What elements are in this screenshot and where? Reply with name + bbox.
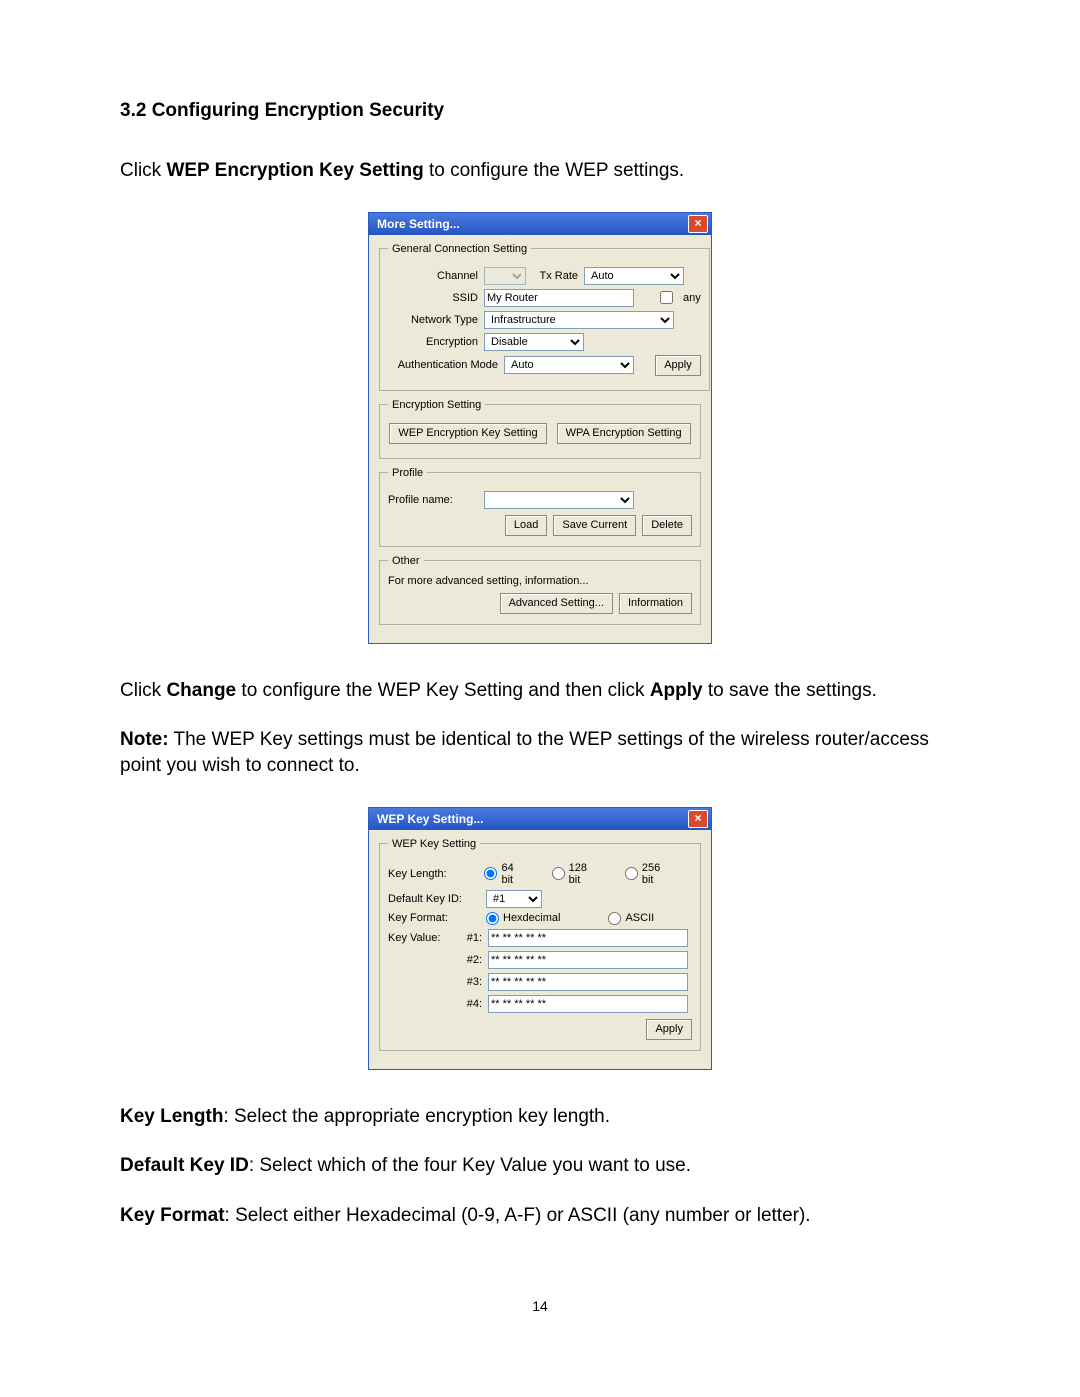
text: to configure the WEP settings.	[424, 160, 685, 181]
paragraph-3: Note: The WEP Key settings must be ident…	[120, 727, 960, 778]
titlebar: WEP Key Setting... ×	[369, 808, 711, 830]
encryption-label: Encryption	[388, 336, 478, 348]
ssid-input[interactable]	[484, 289, 634, 307]
default-key-id-select[interactable]: #1	[486, 890, 542, 908]
radio-label: ASCII	[625, 912, 654, 924]
bold-text: Default Key ID	[120, 1155, 249, 1176]
text: to save the settings.	[703, 680, 877, 701]
paragraph-5: Default Key ID: Select which of the four…	[120, 1153, 960, 1179]
bold-text: Apply	[650, 680, 703, 701]
close-icon[interactable]: ×	[688, 810, 708, 828]
channel-label: Channel	[388, 270, 478, 282]
auth-mode-select[interactable]: Auto	[504, 356, 634, 374]
key-row-label: #1:	[460, 932, 482, 944]
profile-name-select[interactable]	[484, 491, 634, 509]
fieldset-encryption: Encryption Setting WEP Encryption Key Se…	[379, 399, 701, 459]
key-row-label: #2:	[460, 954, 482, 966]
advanced-setting-button[interactable]: Advanced Setting...	[500, 593, 613, 614]
default-key-id-label: Default Key ID:	[388, 893, 480, 905]
dialog-title: WEP Key Setting...	[377, 812, 483, 826]
wpa-encryption-setting-button[interactable]: WPA Encryption Setting	[557, 423, 691, 444]
bold-text: Key Length	[120, 1106, 223, 1127]
radio-label: 64 bit	[501, 862, 527, 886]
dialog-title: More Setting...	[377, 217, 460, 231]
key-value-4-input[interactable]	[488, 995, 688, 1013]
delete-button[interactable]: Delete	[642, 515, 692, 536]
dialog-wep-key-setting: WEP Key Setting... × WEP Key Setting Key…	[368, 807, 712, 1070]
paragraph-1: Click WEP Encryption Key Setting to conf…	[120, 158, 960, 184]
key-format-radio-ascii[interactable]: ASCII	[608, 912, 654, 925]
key-value-2-input[interactable]	[488, 951, 688, 969]
text: Click	[120, 160, 166, 181]
section-heading: 3.2 Configuring Encryption Security	[120, 100, 960, 122]
fieldset-wep-key: WEP Key Setting Key Length: 64 bit 128 b…	[379, 838, 701, 1051]
key-row-label: #4:	[460, 998, 482, 1010]
any-label: any	[683, 292, 701, 304]
radio-label: 256 bit	[642, 862, 674, 886]
key-value-label: Key Value:	[388, 932, 454, 944]
bold-text: Change	[166, 680, 236, 701]
apply-button[interactable]: Apply	[655, 355, 701, 376]
paragraph-2: Click Change to configure the WEP Key Se…	[120, 678, 960, 704]
key-length-radio-256[interactable]: 256 bit	[625, 862, 674, 886]
any-checkbox[interactable]	[660, 291, 673, 304]
key-format-label: Key Format:	[388, 912, 480, 924]
bold-text: Note:	[120, 729, 169, 750]
key-row-label: #3:	[460, 976, 482, 988]
key-format-radio-hex[interactable]: Hexdecimal	[486, 912, 560, 925]
page-number: 14	[120, 1298, 960, 1314]
close-icon[interactable]: ×	[688, 215, 708, 233]
figure-more-setting: More Setting... × General Connection Set…	[120, 212, 960, 644]
legend: General Connection Setting	[388, 243, 531, 255]
text: : Select either Hexadecimal (0-9, A-F) o…	[225, 1205, 811, 1226]
key-value-3-input[interactable]	[488, 973, 688, 991]
channel-select	[484, 267, 526, 285]
information-button[interactable]: Information	[619, 593, 692, 614]
text: The WEP Key settings must be identical t…	[120, 729, 929, 776]
key-length-radio-64[interactable]: 64 bit	[484, 862, 527, 886]
encryption-select[interactable]: Disable	[484, 333, 584, 351]
radio-label: Hexdecimal	[503, 912, 560, 924]
txrate-select[interactable]: Auto	[584, 267, 684, 285]
ssid-label: SSID	[388, 292, 478, 304]
figure-wep-key-setting: WEP Key Setting... × WEP Key Setting Key…	[120, 807, 960, 1070]
legend: WEP Key Setting	[388, 838, 480, 850]
wep-encryption-key-setting-button[interactable]: WEP Encryption Key Setting	[389, 423, 546, 444]
key-length-label: Key Length:	[388, 868, 478, 880]
auth-mode-label: Authentication Mode	[388, 359, 498, 371]
save-current-button[interactable]: Save Current	[553, 515, 636, 536]
apply-button[interactable]: Apply	[646, 1019, 692, 1040]
profile-name-label: Profile name:	[388, 494, 478, 506]
txrate-label: Tx Rate	[532, 270, 578, 282]
document-page: 3.2 Configuring Encryption Security Clic…	[0, 0, 1080, 1354]
legend: Encryption Setting	[388, 399, 485, 411]
text: : Select which of the four Key Value you…	[249, 1155, 691, 1176]
bold-text: WEP Encryption Key Setting	[166, 160, 423, 181]
network-type-select[interactable]: Infrastructure	[484, 311, 674, 329]
paragraph-4: Key Length: Select the appropriate encry…	[120, 1104, 960, 1130]
legend: Other	[388, 555, 424, 567]
paragraph-6: Key Format: Select either Hexadecimal (0…	[120, 1203, 960, 1229]
text: Click	[120, 680, 166, 701]
radio-label: 128 bit	[569, 862, 601, 886]
dialog-more-setting: More Setting... × General Connection Set…	[368, 212, 712, 644]
dialog-body: WEP Key Setting Key Length: 64 bit 128 b…	[369, 830, 711, 1069]
fieldset-general: General Connection Setting Channel Tx Ra…	[379, 243, 710, 391]
key-value-1-input[interactable]	[488, 929, 688, 947]
text: to configure the WEP Key Setting and the…	[236, 680, 650, 701]
load-button[interactable]: Load	[505, 515, 547, 536]
bold-text: Key Format	[120, 1205, 225, 1226]
fieldset-other: Other For more advanced setting, informa…	[379, 555, 701, 625]
other-text: For more advanced setting, information..…	[388, 575, 692, 587]
dialog-body: General Connection Setting Channel Tx Ra…	[369, 235, 711, 643]
titlebar: More Setting... ×	[369, 213, 711, 235]
key-length-radio-128[interactable]: 128 bit	[552, 862, 601, 886]
legend: Profile	[388, 467, 427, 479]
network-type-label: Network Type	[388, 314, 478, 326]
text: : Select the appropriate encryption key …	[223, 1106, 610, 1127]
fieldset-profile: Profile Profile name: Load Save Current …	[379, 467, 701, 547]
